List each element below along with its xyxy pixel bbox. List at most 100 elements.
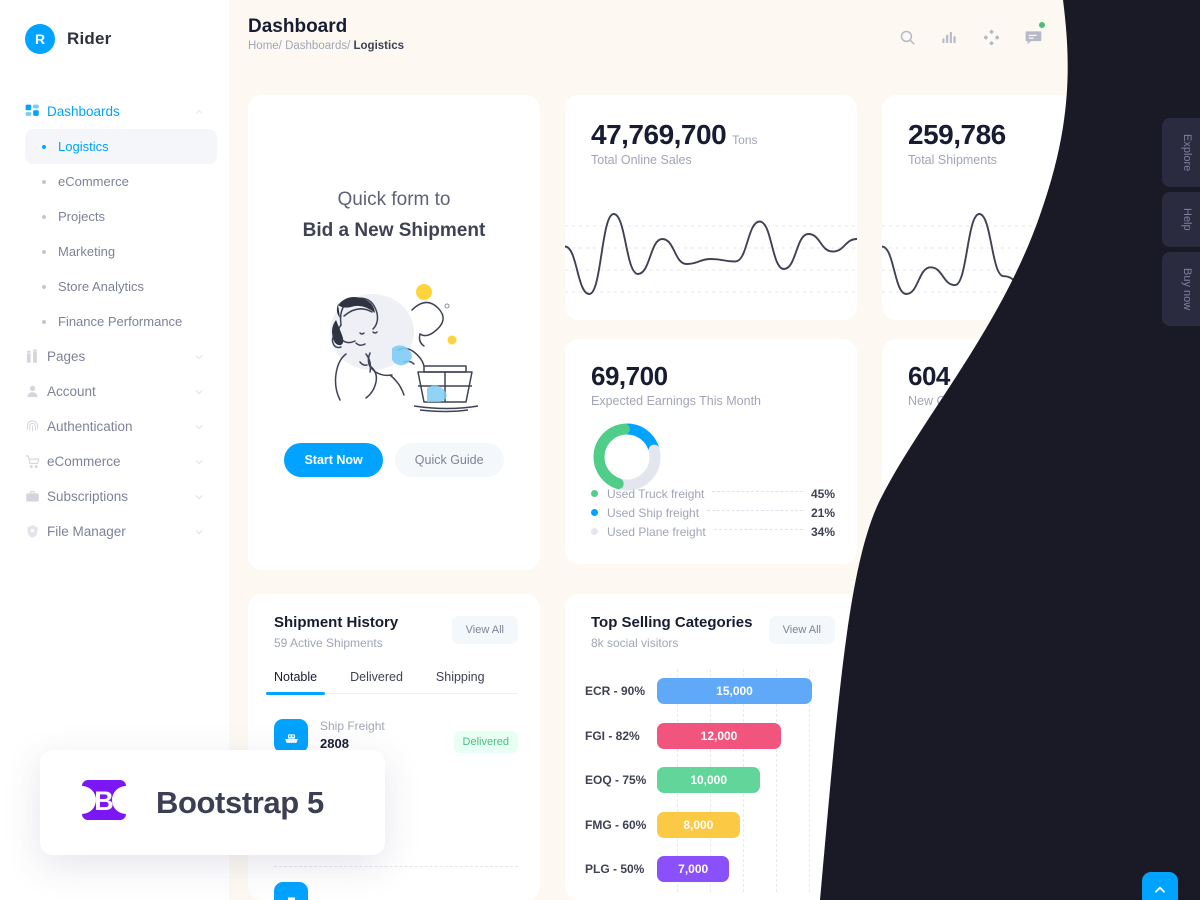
card-title: Visits by Country (908, 614, 1032, 631)
visit-count: 9,763 (1063, 675, 1095, 689)
sidebar-subitem-finance-performance[interactable]: Finance Performance (25, 304, 217, 339)
bootstrap-label: Bootstrap 5 (156, 784, 324, 820)
chat-icon[interactable] (1021, 22, 1045, 49)
chevron-up-icon (194, 107, 204, 117)
header: Dashboard Home/ Dashboards/ Logistics (229, 0, 1200, 72)
row-divider (904, 892, 1152, 893)
drag-move-icon[interactable] (979, 25, 1003, 49)
shield-icon (25, 524, 47, 539)
heroes-title: Today's Heroes (908, 494, 1000, 508)
sidebar-item-ecommerce[interactable]: eCommerce (0, 444, 229, 479)
stat-card-total-shipments: 259,786 Total Shipments (881, 95, 1175, 320)
grid-icon (25, 104, 47, 119)
sidebar-subitem-ecommerce[interactable]: eCommerce (25, 164, 217, 199)
card-subtitle: 59 Active Shipments (274, 636, 383, 650)
sidebar-subitem-label: Logistics (58, 139, 109, 154)
brand[interactable]: R Rider (0, 0, 229, 54)
breadcrumb-home[interactable]: Home/ (248, 40, 282, 52)
sidebar-subitem-logistics[interactable]: Logistics (25, 129, 217, 164)
country-name: India (942, 856, 972, 870)
freight-legend: Used Truck freight 45% Used Ship freight 21… (591, 484, 835, 541)
bar-track: 12,000 (657, 714, 843, 759)
stat-label: Total Shipments (908, 153, 997, 167)
sidebar-item-authentication[interactable]: Authentication (0, 409, 229, 444)
legend-color-dot (591, 509, 598, 516)
country-row[interactable]: Brasil All Social Channels 4,062 ↓ 0.4% (904, 715, 1152, 743)
bar[interactable]: 8,000 (657, 811, 740, 838)
br-flag (904, 719, 930, 739)
change-value: 0.2% (1119, 770, 1145, 782)
visit-count: 849 (1074, 816, 1095, 830)
country-row[interactable]: India Many Sources 604 ↓ 8.3% (904, 856, 1152, 884)
sidebar-subitem-store-analytics[interactable]: Store Analytics (25, 269, 217, 304)
svg-text:B: B (94, 786, 114, 816)
visits-by-country-card: Visits by Country 20 countries share 97%… (882, 594, 1174, 900)
avatar-more-count[interactable]: +42 (1034, 516, 1062, 544)
sidebar-item-dashboards[interactable]: Dashboards (0, 94, 229, 129)
legend-label: Used Plane freight (607, 524, 706, 539)
tab-notable[interactable]: Notable (265, 670, 326, 695)
visit-count: 1,680 (1063, 769, 1095, 783)
bar[interactable]: 12,000 (657, 722, 781, 749)
chevron-down-icon (194, 457, 204, 467)
row-divider (904, 751, 1152, 752)
sidebar-subitem-label: Marketing (58, 244, 116, 259)
legend-value: 34% (810, 524, 835, 539)
sidebar-item-pages[interactable]: Pages (0, 339, 229, 374)
country-info: United States Direct link clicks (942, 668, 1024, 696)
country-name: Brasil (942, 715, 977, 729)
avatar[interactable] (1147, 18, 1185, 56)
stat-label: Total Online Sales (591, 153, 692, 167)
view-all-button[interactable]: View All (451, 616, 518, 644)
country-row[interactable]: Turkey Mailchimp Campaigns 1,680 ↑ 0.2% (904, 762, 1152, 790)
breadcrumb-current: Logistics (353, 40, 404, 52)
edge-tab-help[interactable]: Help (1162, 192, 1200, 247)
country-row[interactable]: France Impact Radius visits 849 ↑ 4.1% (904, 809, 1152, 837)
search-icon[interactable] (895, 25, 919, 49)
moon-icon[interactable] (1105, 25, 1129, 49)
notification-dot (1039, 22, 1045, 28)
edge-tab-explore[interactable]: Explore (1162, 118, 1200, 188)
bar-value-label: 15,000 (716, 684, 753, 699)
bar[interactable]: 10,000 (657, 767, 761, 794)
tab-shipping[interactable]: Shipping (436, 670, 485, 693)
legend-dash (707, 510, 803, 511)
view-all-button[interactable]: View All (768, 616, 835, 644)
status-badge: Delivered (453, 731, 518, 753)
scroll-to-top-button[interactable] (1142, 872, 1178, 900)
chevron-down-icon (194, 492, 204, 502)
sidebar-item-account[interactable]: Account (0, 374, 229, 409)
sidebar-subitem-marketing[interactable]: Marketing (25, 234, 217, 269)
person-icon (25, 384, 47, 399)
bar[interactable]: 15,000 (657, 678, 812, 705)
page-title: Dashboard (248, 16, 348, 37)
cart-icon (25, 454, 47, 469)
change-value: 0.4% (1119, 723, 1145, 735)
edge-tab-buy-now[interactable]: Buy now (1162, 251, 1200, 327)
bootstrap-logo-icon: B (76, 772, 132, 833)
sidebar-item-file-manager[interactable]: File Manager (0, 514, 229, 549)
card-subtitle: 20 countries share 97% visits (908, 636, 1065, 650)
country-info: India Many Sources (942, 856, 1016, 884)
row-divider (904, 845, 1152, 846)
bar-chart-icon[interactable] (937, 25, 961, 49)
country-source: Direct link clicks (942, 684, 1024, 696)
shipment-row[interactable] (274, 882, 518, 900)
bar-row: ECR - 90% 15,000 (585, 669, 843, 714)
breadcrumb-dashboards[interactable]: Dashboards/ (285, 40, 350, 52)
sidebar-item-subscriptions[interactable]: Subscriptions (0, 479, 229, 514)
stat-unit: Tons (732, 133, 758, 147)
start-now-button[interactable]: Start Now (284, 443, 383, 477)
view-all-button[interactable]: View All (1085, 616, 1152, 644)
visit-count: 604 (1074, 863, 1095, 877)
stat-card-total-online-sales: 47,769,700 Tons Total Online Sales (564, 95, 858, 320)
bar[interactable]: 7,000 (657, 856, 730, 883)
tab-delivered[interactable]: Delivered (350, 670, 403, 693)
quick-guide-button[interactable]: Quick Guide (394, 443, 504, 477)
breadcrumb: Home/ Dashboards/ Logistics (248, 40, 404, 52)
country-row[interactable]: United States Direct link clicks 9,763 ↑ 2.… (904, 668, 1152, 696)
apps-grid-icon[interactable] (1063, 25, 1087, 49)
bar-track: 7,000 (657, 847, 843, 892)
sidebar-subitem-projects[interactable]: Projects (25, 199, 217, 234)
chevron-down-icon (194, 352, 204, 362)
